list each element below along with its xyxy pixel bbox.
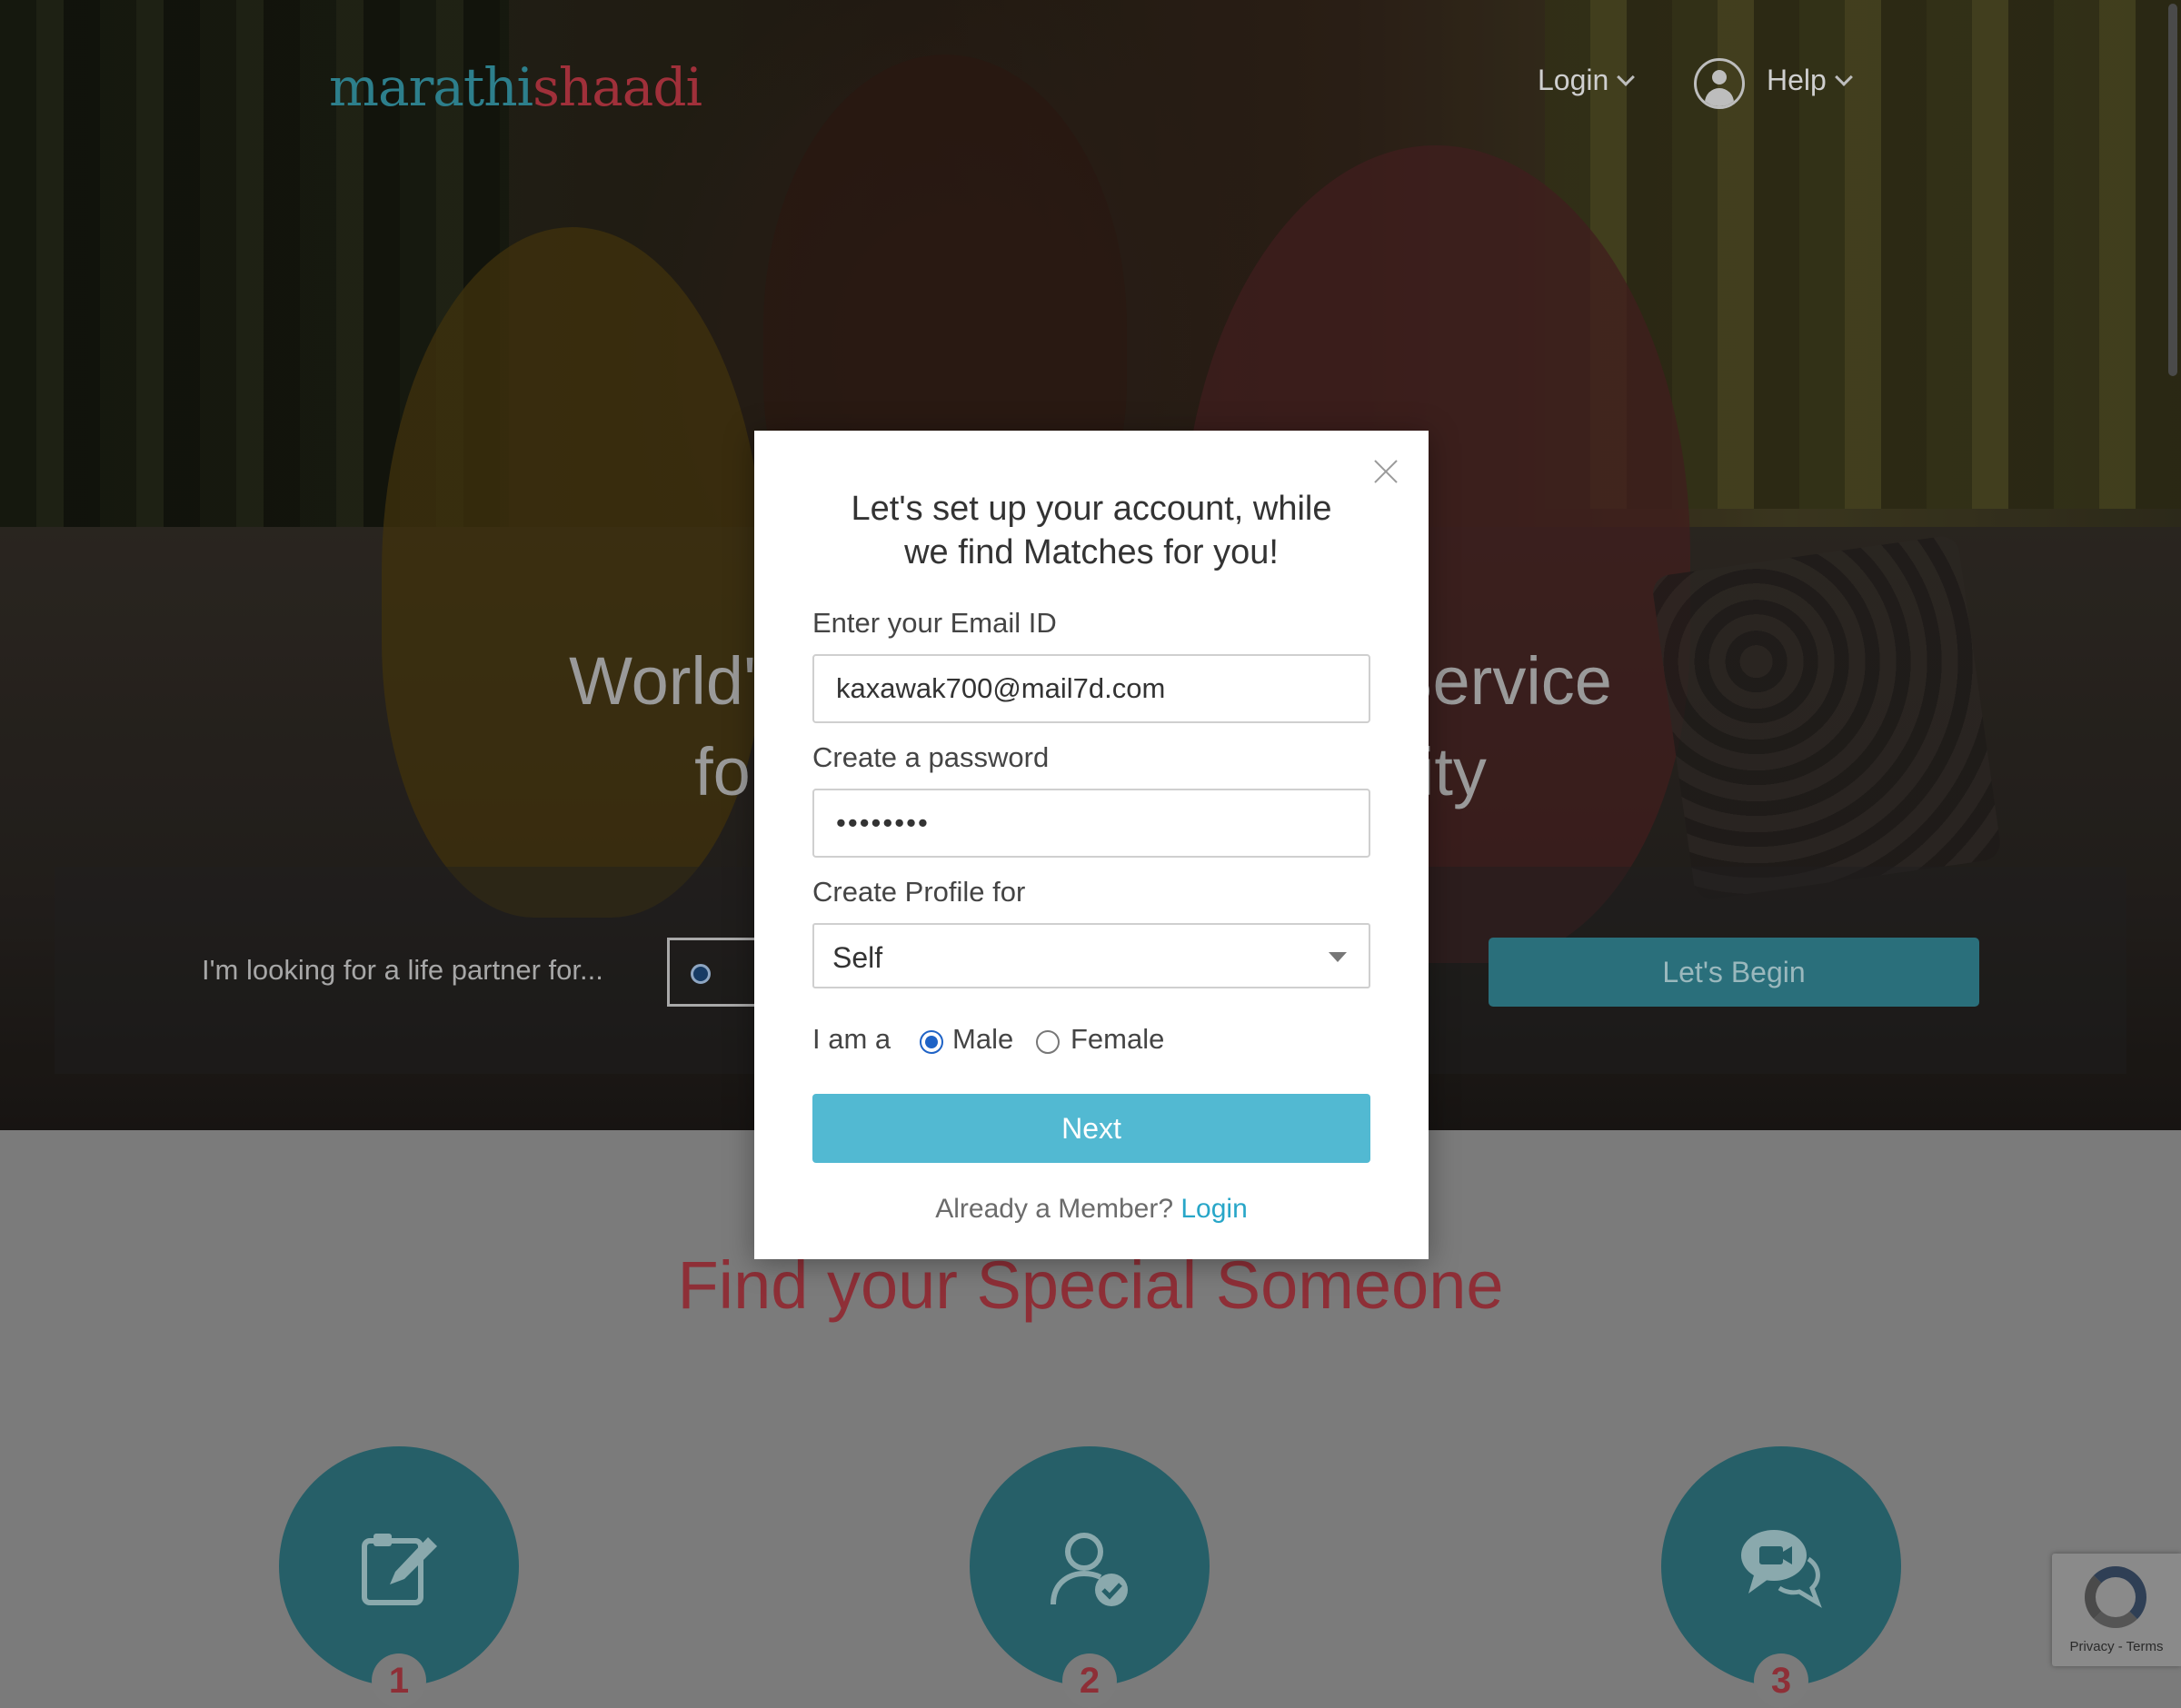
recaptcha-links[interactable]: Privacy - Terms — [2052, 1639, 2181, 1654]
email-field[interactable] — [812, 654, 1370, 723]
site-logo[interactable]: marathishaadi — [329, 56, 702, 118]
logo-text-part2: shaadi — [533, 56, 702, 118]
password-field[interactable] — [812, 789, 1370, 858]
gender-male-radio[interactable] — [920, 1030, 943, 1054]
nav-login-menu[interactable]: Login — [1538, 64, 1636, 97]
nav-help-menu[interactable]: Help — [1767, 64, 1853, 97]
gender-female-label[interactable]: Female — [1071, 1023, 1164, 1056]
chevron-down-icon — [1617, 68, 1636, 86]
search-label: I'm looking for a life partner for... — [202, 954, 603, 986]
email-label: Enter your Email ID — [812, 607, 1057, 639]
profile-for-label: Create Profile for — [812, 876, 1026, 908]
user-avatar-icon[interactable] — [1694, 58, 1745, 109]
step-number: 1 — [372, 1653, 426, 1708]
lets-begin-button[interactable]: Let's Begin — [1489, 938, 1979, 1007]
verified-user-icon — [1051, 1533, 1128, 1606]
search-option-radio[interactable] — [691, 964, 711, 984]
login-link[interactable]: Login — [1180, 1194, 1247, 1224]
video-chat-icon — [1741, 1530, 1822, 1608]
member-prompt: Already a Member? — [935, 1194, 1174, 1224]
profile-for-value: Self — [832, 941, 883, 974]
nav-help-label: Help — [1767, 64, 1827, 96]
gender-male-label[interactable]: Male — [952, 1023, 1013, 1056]
chevron-down-icon — [1834, 68, 1853, 86]
close-icon[interactable] — [1372, 458, 1399, 485]
password-label: Create a password — [812, 741, 1050, 773]
edit-profile-icon — [362, 1534, 437, 1605]
profile-for-select[interactable]: Self — [812, 923, 1370, 988]
modal-title-line1: Let's set up your account, while — [851, 490, 1332, 528]
step-2-circle: 2 — [970, 1446, 1210, 1708]
step-3-circle: 3 — [1661, 1446, 1901, 1708]
gender-female-radio[interactable] — [1036, 1030, 1060, 1054]
recaptcha-badge[interactable]: Privacy - Terms — [2052, 1554, 2181, 1666]
modal-title: Let's set up your account, while we find… — [800, 487, 1383, 574]
next-button[interactable]: Next — [812, 1094, 1370, 1163]
modal-title-line2: we find Matches for you! — [904, 533, 1279, 571]
already-member-text: Already a Member? Login — [800, 1194, 1383, 1225]
gender-label: I am a — [812, 1023, 891, 1055]
step-1-circle: 1 — [279, 1446, 519, 1708]
step-number: 3 — [1754, 1653, 1808, 1708]
logo-text-part1: marathi — [329, 56, 533, 118]
recaptcha-icon — [2085, 1566, 2146, 1628]
nav-login-label: Login — [1538, 64, 1609, 96]
dropdown-caret-icon — [1329, 952, 1347, 962]
step-number: 2 — [1062, 1653, 1117, 1708]
scrollbar-thumb[interactable] — [2168, 4, 2177, 376]
